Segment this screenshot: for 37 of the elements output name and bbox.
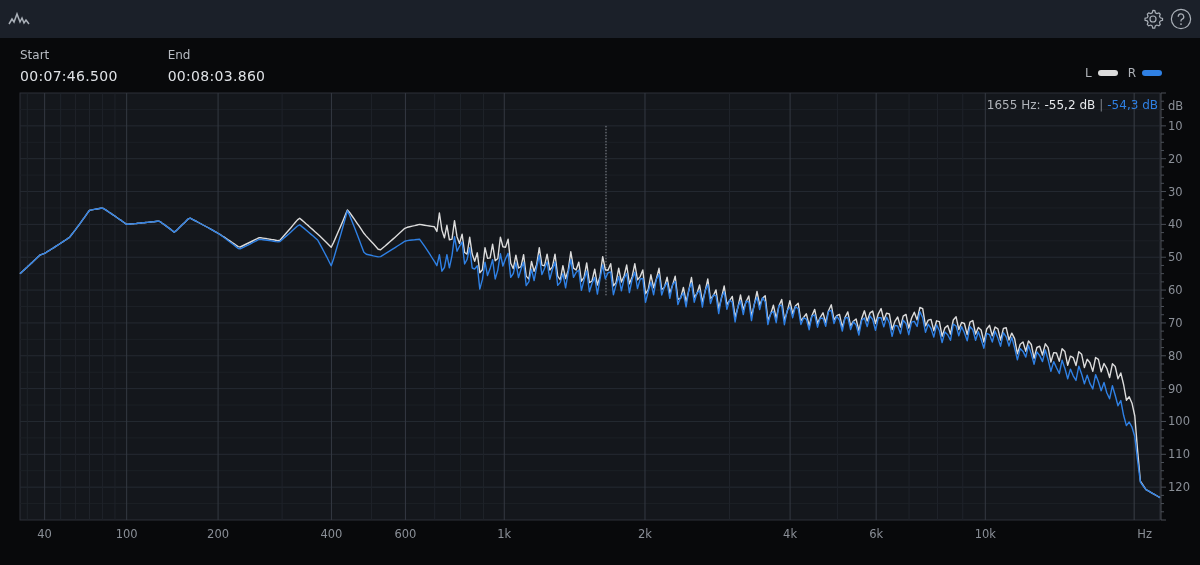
y-tick-label: 60 bbox=[1168, 283, 1183, 298]
time-label: Start bbox=[20, 48, 51, 62]
x-axis-unit: Hz bbox=[1137, 527, 1152, 541]
spectrum-icon[interactable] bbox=[8, 11, 30, 27]
x-tick-label: 4k bbox=[783, 527, 798, 541]
readout-frequency: 1655 Hz: bbox=[986, 98, 1041, 112]
y-tick-label: 10 bbox=[1168, 118, 1183, 133]
x-tick-label: 100 bbox=[115, 527, 138, 541]
y-tick-label: 30 bbox=[1168, 184, 1183, 199]
y-tick-label: 110 bbox=[1168, 447, 1190, 462]
y-tick-label: 100 bbox=[1168, 414, 1190, 429]
x-tick-label: 1k bbox=[497, 527, 512, 541]
legend-label: R bbox=[1127, 66, 1136, 80]
readout-right-value: -54,3 dB bbox=[1107, 98, 1158, 112]
x-tick-label: 10k bbox=[974, 527, 996, 541]
x-tick-label: 400 bbox=[320, 527, 343, 541]
time-value: 00:07:46.500 bbox=[20, 68, 118, 84]
y-tick-label: 70 bbox=[1168, 315, 1183, 330]
x-tick-label: 2k bbox=[638, 527, 652, 541]
readout-left-value: -55,2 dB bbox=[1044, 98, 1096, 112]
time-value: 00:08:03.860 bbox=[167, 68, 266, 84]
help-icon[interactable] bbox=[1170, 8, 1192, 30]
y-tick-label: 40 bbox=[1168, 217, 1183, 232]
legend-label: L bbox=[1084, 66, 1092, 80]
y-tick-label: 90 bbox=[1168, 381, 1183, 396]
readout-separator: | bbox=[1099, 98, 1104, 112]
y-tick-label: 20 bbox=[1168, 151, 1183, 166]
y-tick-label: 120 bbox=[1168, 480, 1190, 495]
x-tick-label: 600 bbox=[394, 527, 417, 541]
y-tick-label: 80 bbox=[1168, 348, 1183, 363]
y-tick-label: 50 bbox=[1168, 250, 1183, 265]
x-tick-label: 40 bbox=[37, 527, 52, 541]
settings-icon[interactable] bbox=[1142, 8, 1164, 30]
time-label: End bbox=[167, 48, 192, 62]
x-tick-label: 6k bbox=[869, 527, 884, 541]
x-tick-label: 200 bbox=[207, 527, 230, 541]
y-axis-unit: dB bbox=[1168, 99, 1184, 114]
